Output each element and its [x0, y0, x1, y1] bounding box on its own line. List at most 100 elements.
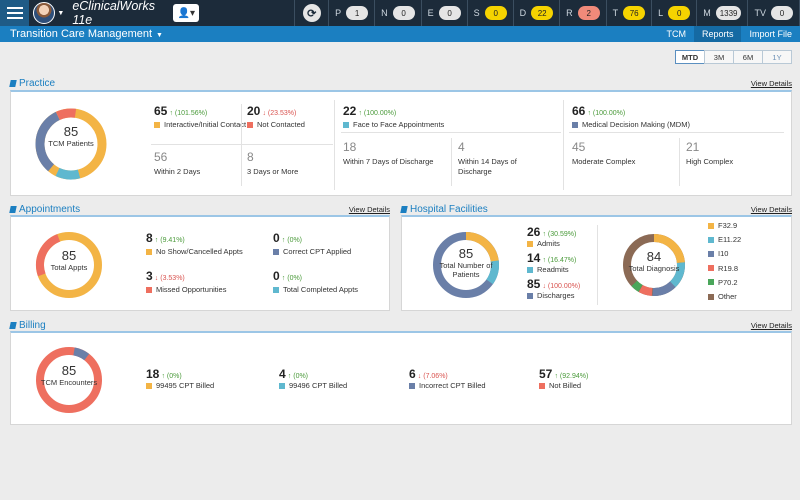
counter-badge: 0 [484, 6, 507, 20]
flag-icon [9, 79, 17, 87]
legend-swatch [708, 222, 714, 229]
period-6m[interactable]: 6M [733, 50, 763, 64]
billing-donut-label: 85 TCM Encounters [40, 363, 98, 387]
legend-item: Other [708, 292, 737, 301]
refresh-button[interactable]: ⟳ [294, 0, 330, 26]
legend-swatch [708, 279, 714, 286]
user-menu[interactable]: ▼ [33, 0, 64, 26]
metric-admits: 26 ↑ (30.59%) Admits [527, 225, 577, 248]
legend-label: E11.22 [718, 235, 742, 245]
counter-r[interactable]: R2 [560, 0, 607, 26]
legend-swatch [708, 236, 714, 243]
counter-s[interactable]: S0 [468, 0, 514, 26]
practice-header: Practice View Details [9, 77, 792, 89]
counter-p[interactable]: P1 [329, 0, 376, 26]
counter-label: TV [754, 8, 766, 18]
metric-99496: 4 ↑ (0%) 99496 CPT Billed [279, 367, 348, 390]
period-mtd[interactable]: MTD [675, 50, 705, 64]
counter-badge: 22 [531, 6, 554, 20]
metric-face-to-face: 22 ↑ (100.00%) Face to Face Appointments [343, 104, 445, 129]
metric-99495: 18 ↑ (0%) 99495 CPT Billed [146, 367, 215, 390]
legend-label: I10 [718, 249, 729, 259]
counter-label: M [703, 8, 711, 18]
counter-n[interactable]: N0 [375, 0, 422, 26]
legend-item: E11.22 [708, 235, 741, 244]
metric-within-7-days: 18 Within 7 Days of Discharge [343, 140, 434, 166]
counter-m[interactable]: M 1339 [697, 0, 749, 26]
legend-item: I10 [708, 249, 728, 258]
period-3m[interactable]: 3M [704, 50, 734, 64]
tab-reports[interactable]: Reports [693, 26, 742, 42]
section-title: Hospital Facilities [410, 203, 488, 215]
hospital-donut-label: 85 Total Number of Patients [439, 246, 493, 279]
appointments-donut-label: 85 Total Appts [50, 248, 88, 272]
counter-label: P [335, 8, 342, 18]
billing-view-details-link[interactable]: View Details [751, 321, 792, 330]
counter-label: R [566, 8, 573, 18]
legend-swatch [708, 293, 714, 300]
practice-view-details-link[interactable]: View Details [751, 79, 792, 88]
patient-search-button[interactable]: 👤▾ [173, 4, 200, 22]
caret-down-icon: ▼ [57, 9, 65, 17]
counter-label: S [473, 8, 480, 18]
brand-title: eClinicalWorks 11e [72, 0, 155, 27]
legend-label: R19.8 [718, 263, 739, 273]
billing-header: Billing View Details [9, 319, 792, 331]
counter-badge: 1 [346, 6, 369, 20]
legend-item: R19.8 [708, 264, 738, 273]
metric-incorrect-cpt: 6 ↓ (7.06%) Incorrect CPT Billed [409, 367, 486, 390]
avatar[interactable] [33, 2, 56, 24]
metric-within-14-days: 4 Within 14 Days of Discharge [458, 140, 517, 176]
counter-badge: 0 [771, 6, 793, 20]
period-1y[interactable]: 1Y [762, 50, 792, 64]
appointments-view-details-link[interactable]: View Details [349, 205, 390, 214]
metric-not-contacted: 20 ↓ (23.53%) Not Contacted [247, 104, 305, 129]
section-title: Appointments [19, 203, 81, 215]
hospital-view-details-link[interactable]: View Details [751, 205, 792, 214]
flag-icon [9, 321, 17, 329]
appointments-header: Appointments View Details [9, 203, 390, 215]
hamburger-menu-icon[interactable] [0, 0, 30, 26]
hospital-header: Hospital Facilities View Details [400, 203, 792, 215]
flag-icon [9, 205, 17, 213]
metric-not-billed: 57 ↑ (92.94%) Not Billed [539, 367, 589, 390]
practice-donut-label: 85 TCM Patients [48, 124, 94, 148]
counter-badge: 76 [623, 6, 646, 20]
counter-d[interactable]: D 22 [514, 0, 561, 26]
counter-label: N [381, 8, 388, 18]
refresh-icon: ⟳ [302, 4, 321, 22]
metric-mdm: 66 ↑ (100.00%) Medical Decision Making (… [572, 104, 690, 129]
metric-high-complex: 21 High Complex [686, 140, 734, 166]
appointments-card: 85 Total Appts 8 ↑ (9.41%) No Show/Cancel… [10, 215, 390, 311]
tab-import-file[interactable]: Import File [741, 26, 800, 42]
counter-badge: 0 [392, 6, 415, 20]
counter-badge: 0 [668, 6, 691, 20]
person-search-icon: 👤▾ [177, 7, 196, 19]
metric-interactive-contact: 65 ↑ (101.56%) Interactive/Initial Conta… [154, 104, 247, 129]
metric-correct-cpt: 0 ↑ (0%) Correct CPT Applied [273, 231, 352, 256]
metric-missed-opportunities: 3 ↓ (3.53%) Missed Opportunities [146, 269, 227, 294]
legend-swatch [708, 250, 714, 257]
billing-card: 85 TCM Encounters 18 ↑ (0%) 99495 CPT Bil… [10, 331, 792, 425]
legend-label: P70.2 [718, 277, 738, 287]
section-title: Practice [19, 77, 56, 89]
counter-e[interactable]: E0 [422, 0, 468, 26]
counter-label: L [658, 8, 664, 18]
counter-l[interactable]: L0 [652, 0, 698, 26]
legend-label: F32.9 [718, 221, 738, 230]
title-bar: Transition Care Management ▼ TCM Reports… [0, 26, 800, 42]
counter-label: E [427, 8, 434, 18]
counter-badge: 0 [438, 6, 461, 20]
counter-tv[interactable]: TV 0 [748, 0, 800, 26]
metric-readmits: 14 ↑ (16.47%) Readmits [527, 251, 577, 274]
metric-3-days-or-more: 8 3 Days or More [247, 150, 299, 176]
page-title[interactable]: Transition Care Management ▼ [10, 28, 658, 40]
hospital-card: 85 Total Number of Patients 26 ↑ (30.59%)… [401, 215, 792, 311]
tab-tcm[interactable]: TCM [658, 26, 694, 42]
metric-within-2-days: 56 Within 2 Days [154, 150, 201, 176]
legend-item: P70.2 [708, 278, 738, 287]
legend-swatch [708, 265, 714, 272]
metric-total-completed: 0 ↑ (0%) Total Completed Appts [273, 269, 359, 294]
top-bar: ▼ eClinicalWorks 11e 👤▾ ⟳ P 1 N 0 E 0 S 0 D 22 R 2 T… [0, 0, 800, 27]
counter-t[interactable]: T 76 [607, 0, 653, 26]
